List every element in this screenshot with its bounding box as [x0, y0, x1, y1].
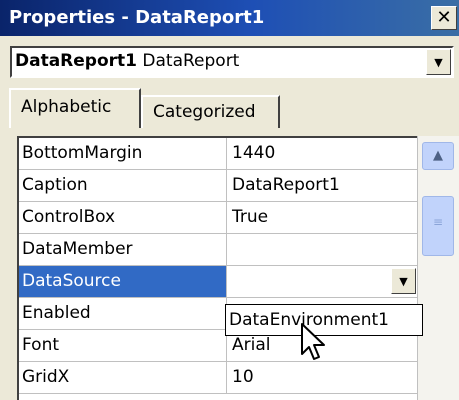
- property-row[interactable]: BottomMargin 1440: [19, 138, 420, 170]
- property-name[interactable]: GridX: [19, 362, 227, 393]
- property-value[interactable]: DataReport1: [227, 170, 420, 201]
- chevron-up-icon: ▲: [433, 148, 443, 163]
- chevron-down-icon: ▼: [434, 56, 443, 69]
- property-name[interactable]: DataSource: [19, 266, 227, 297]
- grip-icon: ≡: [432, 215, 444, 229]
- property-name[interactable]: Enabled: [19, 298, 227, 329]
- value-dropdown-button[interactable]: ▼: [391, 268, 416, 294]
- property-value[interactable]: ▼: [227, 266, 420, 297]
- property-value[interactable]: 10: [227, 362, 420, 393]
- tab-alphabetic[interactable]: Alphabetic: [9, 88, 141, 128]
- vertical-scrollbar[interactable]: ▲ ≡: [417, 136, 459, 400]
- scroll-up-button[interactable]: ▲: [422, 142, 454, 170]
- property-value[interactable]: 1440: [227, 138, 420, 169]
- window-title: Properties - DataReport1: [9, 7, 265, 28]
- property-value[interactable]: True: [227, 202, 420, 233]
- object-selector-dropdown-button[interactable]: ▼: [426, 49, 451, 75]
- object-selector[interactable]: DataReport1 DataReport ▼: [10, 46, 454, 78]
- close-button[interactable]: ✕: [431, 6, 457, 30]
- object-type: DataReport: [142, 51, 240, 71]
- close-icon: ✕: [436, 7, 452, 28]
- scroll-thumb[interactable]: ≡: [422, 196, 454, 256]
- property-row-selected[interactable]: DataSource ▼: [19, 266, 420, 298]
- tab-label: Categorized: [153, 102, 256, 122]
- window-titlebar[interactable]: Properties - DataReport1 ✕: [0, 0, 459, 36]
- tab-categorized[interactable]: Categorized: [141, 95, 280, 128]
- property-name[interactable]: Font: [19, 330, 227, 361]
- property-name[interactable]: BottomMargin: [19, 138, 227, 169]
- mouse-pointer-icon: [301, 323, 325, 360]
- property-value[interactable]: [227, 234, 420, 265]
- property-grid: BottomMargin 1440 Caption DataReport1 Co…: [17, 136, 459, 400]
- tab-label: Alphabetic: [21, 97, 112, 117]
- property-name[interactable]: DataMember: [19, 234, 227, 265]
- property-name[interactable]: Caption: [19, 170, 227, 201]
- property-row[interactable]: DataMember: [19, 234, 420, 266]
- property-name[interactable]: ControlBox: [19, 202, 227, 233]
- chevron-down-icon: ▼: [399, 275, 408, 288]
- property-row[interactable]: ControlBox True: [19, 202, 420, 234]
- property-row[interactable]: GridX 10: [19, 362, 420, 394]
- object-name: DataReport1: [15, 51, 137, 71]
- property-row[interactable]: Caption DataReport1: [19, 170, 420, 202]
